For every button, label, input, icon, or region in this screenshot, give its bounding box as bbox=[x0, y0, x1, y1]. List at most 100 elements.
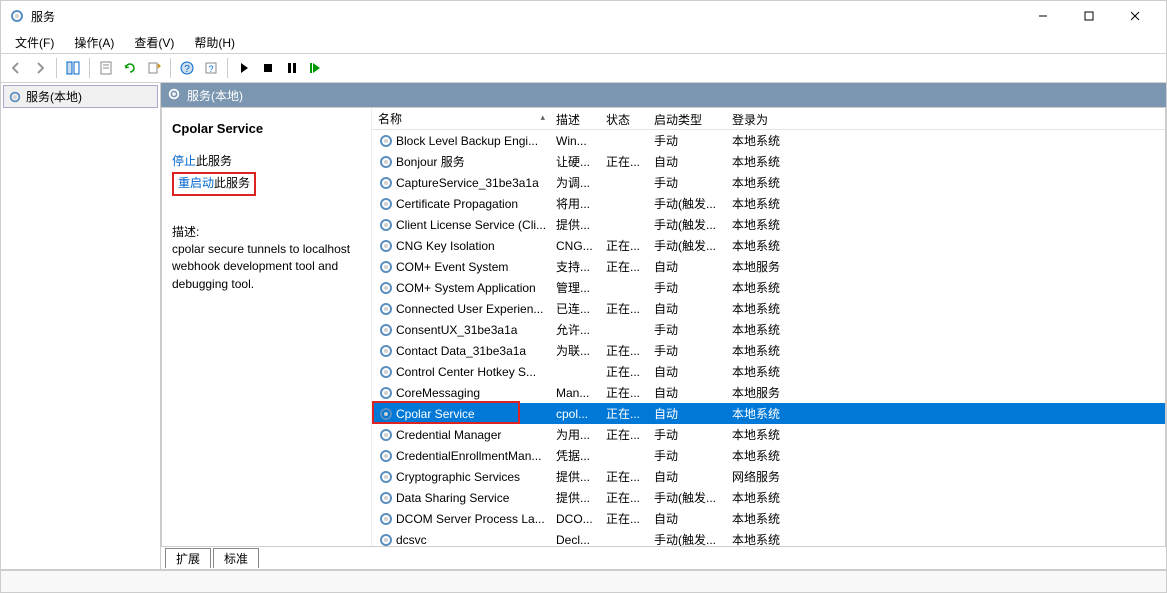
back-button[interactable] bbox=[5, 57, 27, 79]
column-headers: 名称▴ 描述 状态 启动类型 登录为 bbox=[372, 108, 1165, 130]
service-logon: 本地系统 bbox=[726, 132, 806, 149]
stop-service-button[interactable] bbox=[257, 57, 279, 79]
service-logon: 本地系统 bbox=[726, 153, 806, 170]
sort-indicator-icon: ▴ bbox=[540, 112, 545, 123]
service-status: 正在... bbox=[600, 153, 648, 170]
restart-service-link[interactable]: 重启动 bbox=[178, 176, 214, 190]
service-status: 正在... bbox=[600, 384, 648, 401]
table-row[interactable]: dcsvcDecl...手动(触发...本地系统 bbox=[372, 529, 1165, 546]
table-row[interactable]: ConsentUX_31be3a1a允许...手动本地系统 bbox=[372, 319, 1165, 340]
service-start-type: 自动 bbox=[648, 510, 726, 527]
service-logon: 本地系统 bbox=[726, 237, 806, 254]
service-logon: 本地系统 bbox=[726, 426, 806, 443]
service-start-type: 手动(触发... bbox=[648, 531, 726, 546]
column-desc[interactable]: 描述 bbox=[550, 108, 600, 129]
service-logon: 本地系统 bbox=[726, 216, 806, 233]
table-row[interactable]: Client License Service (Cli...提供...手动(触发… bbox=[372, 214, 1165, 235]
service-logon: 本地系统 bbox=[726, 405, 806, 422]
table-row[interactable]: COM+ Event System支持...正在...自动本地服务 bbox=[372, 256, 1165, 277]
menu-help[interactable]: 帮助(H) bbox=[184, 32, 245, 53]
service-desc: 将用... bbox=[550, 195, 600, 212]
description-label: 描述: bbox=[172, 224, 363, 241]
grid-body[interactable]: Block Level Backup Engi...Win...手动本地系统Bo… bbox=[372, 130, 1165, 546]
table-row[interactable]: Certificate Propagation将用...手动(触发...本地系统 bbox=[372, 193, 1165, 214]
help2-button[interactable]: ? bbox=[200, 57, 222, 79]
stop-service-link-row: 停止此服务 bbox=[172, 153, 363, 170]
service-name: Contact Data_31be3a1a bbox=[396, 344, 526, 358]
column-start[interactable]: 启动类型 bbox=[648, 108, 726, 129]
gear-icon bbox=[378, 154, 394, 170]
service-status: 正在... bbox=[600, 258, 648, 275]
service-status: 正在... bbox=[600, 468, 648, 485]
minimize-button[interactable] bbox=[1020, 1, 1066, 31]
table-row[interactable]: Block Level Backup Engi...Win...手动本地系统 bbox=[372, 130, 1165, 151]
service-name: COM+ Event System bbox=[396, 260, 508, 274]
table-row[interactable]: Cryptographic Services提供...正在...自动网络服务 bbox=[372, 466, 1165, 487]
pause-service-button[interactable] bbox=[281, 57, 303, 79]
properties-button[interactable] bbox=[95, 57, 117, 79]
column-logon[interactable]: 登录为 bbox=[726, 108, 806, 129]
tab-standard[interactable]: 标准 bbox=[213, 548, 259, 568]
gear-icon bbox=[378, 196, 394, 212]
table-row[interactable]: CaptureService_31be3a1a为调...手动本地系统 bbox=[372, 172, 1165, 193]
gear-icon bbox=[378, 406, 394, 422]
help-button[interactable]: ? bbox=[176, 57, 198, 79]
stop-service-link[interactable]: 停止 bbox=[172, 154, 196, 168]
nav-item-services-local[interactable]: 服务(本地) bbox=[3, 85, 158, 108]
table-row[interactable]: DCOM Server Process La...DCO...正在...自动本地… bbox=[372, 508, 1165, 529]
service-start-type: 手动 bbox=[648, 279, 726, 296]
service-name: Certificate Propagation bbox=[396, 197, 518, 211]
service-status: 正在... bbox=[600, 237, 648, 254]
close-button[interactable] bbox=[1112, 1, 1158, 31]
service-logon: 本地系统 bbox=[726, 321, 806, 338]
maximize-button[interactable] bbox=[1066, 1, 1112, 31]
forward-button[interactable] bbox=[29, 57, 51, 79]
gear-icon bbox=[378, 217, 394, 233]
export-button[interactable] bbox=[143, 57, 165, 79]
show-hide-tree-button[interactable] bbox=[62, 57, 84, 79]
service-name: Control Center Hotkey S... bbox=[396, 365, 536, 379]
tab-extended[interactable]: 扩展 bbox=[165, 548, 211, 568]
service-start-type: 手动 bbox=[648, 447, 726, 464]
table-row[interactable]: CoreMessagingMan...正在...自动本地服务 bbox=[372, 382, 1165, 403]
table-row[interactable]: COM+ System Application管理...手动本地系统 bbox=[372, 277, 1165, 298]
view-tabs: 扩展 标准 bbox=[161, 547, 1166, 569]
table-row[interactable]: Connected User Experien...已连...正在...自动本地… bbox=[372, 298, 1165, 319]
gear-icon bbox=[378, 133, 394, 149]
service-name: Cpolar Service bbox=[396, 407, 475, 421]
table-row[interactable]: Contact Data_31be3a1a为联...正在...手动本地系统 bbox=[372, 340, 1165, 361]
service-list: 名称▴ 描述 状态 启动类型 登录为 Block Level Backup En… bbox=[372, 108, 1165, 546]
table-row[interactable]: Credential Manager为用...正在...手动本地系统 bbox=[372, 424, 1165, 445]
service-start-type: 手动(触发... bbox=[648, 195, 726, 212]
service-start-type: 自动 bbox=[648, 300, 726, 317]
statusbar bbox=[1, 570, 1166, 592]
service-name: DCOM Server Process La... bbox=[396, 512, 545, 526]
service-status: 正在... bbox=[600, 300, 648, 317]
service-title: Cpolar Service bbox=[172, 120, 363, 139]
start-service-button[interactable] bbox=[233, 57, 255, 79]
table-row[interactable]: Data Sharing Service提供...正在...手动(触发...本地… bbox=[372, 487, 1165, 508]
gear-icon bbox=[378, 490, 394, 506]
table-row[interactable]: CNG Key IsolationCNG...正在...手动(触发...本地系统 bbox=[372, 235, 1165, 256]
column-status[interactable]: 状态 bbox=[600, 108, 648, 129]
service-desc: 提供... bbox=[550, 468, 600, 485]
restart-highlight: 重启动此服务 bbox=[172, 172, 256, 195]
restart-service-button[interactable] bbox=[305, 57, 327, 79]
menu-file[interactable]: 文件(F) bbox=[5, 32, 64, 53]
navigation-tree: 服务(本地) bbox=[1, 83, 161, 569]
service-start-type: 手动 bbox=[648, 426, 726, 443]
service-name: CNG Key Isolation bbox=[396, 239, 495, 253]
service-start-type: 手动 bbox=[648, 132, 726, 149]
gear-icon bbox=[378, 448, 394, 464]
column-name[interactable]: 名称▴ bbox=[372, 108, 550, 129]
menu-view[interactable]: 查看(V) bbox=[124, 32, 184, 53]
menu-action[interactable]: 操作(A) bbox=[64, 32, 124, 53]
table-row[interactable]: Cpolar Servicecpol...正在...自动本地系统 bbox=[372, 403, 1165, 424]
table-row[interactable]: CredentialEnrollmentMan...凭据...手动本地系统 bbox=[372, 445, 1165, 466]
gear-icon bbox=[167, 87, 181, 104]
refresh-button[interactable] bbox=[119, 57, 141, 79]
service-desc: 凭据... bbox=[550, 447, 600, 464]
table-row[interactable]: Bonjour 服务让硬...正在...自动本地系统 bbox=[372, 151, 1165, 172]
service-start-type: 自动 bbox=[648, 363, 726, 380]
table-row[interactable]: Control Center Hotkey S...正在...自动本地系统 bbox=[372, 361, 1165, 382]
